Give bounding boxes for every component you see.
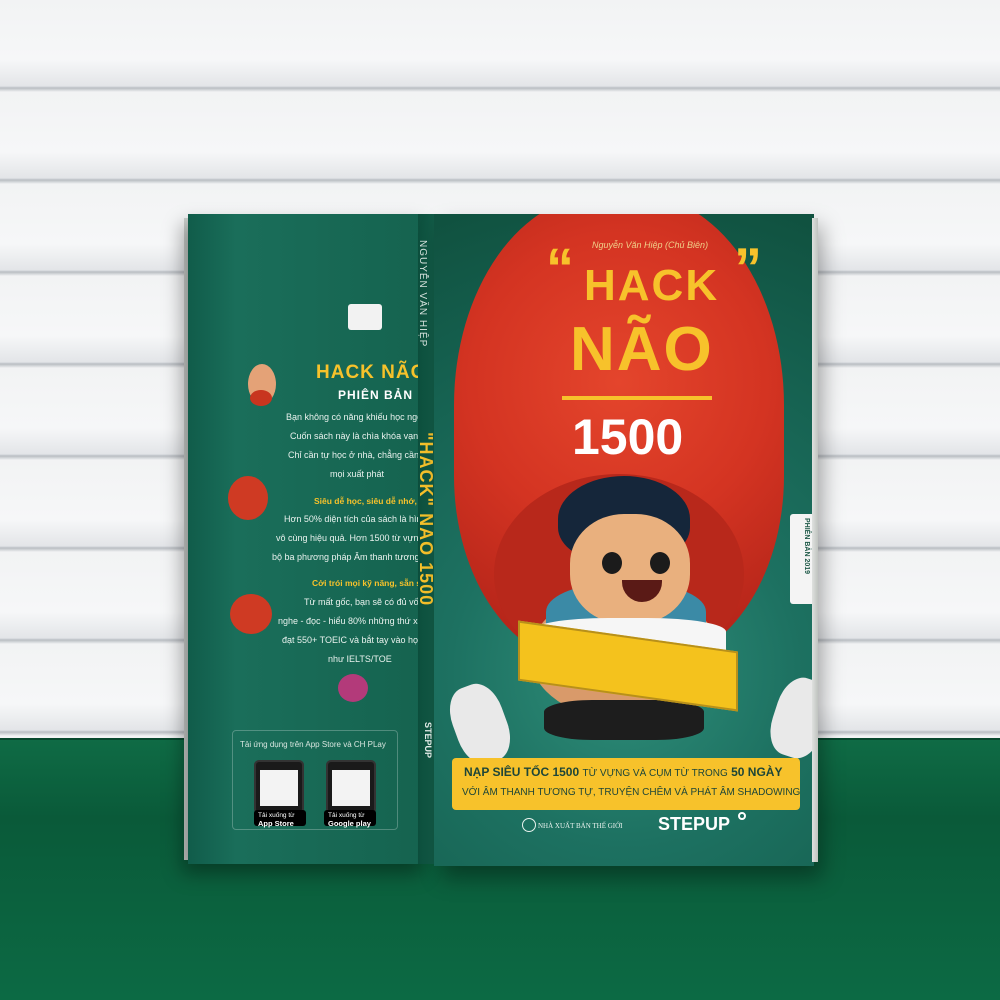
- hero-figure-3: [230, 594, 272, 634]
- title-number: 1500: [572, 409, 684, 465]
- spine-title: "HACK" NÃO 1500: [416, 432, 436, 607]
- banner-text-1: TỪ VỰNG VÀ CỤM TỪ TRONG: [582, 768, 728, 779]
- boy-left-eye: [602, 552, 622, 574]
- app-store-text: App Store: [258, 819, 294, 828]
- publisher-logo-icon: [522, 818, 536, 832]
- intro-line: Chỉ cần tự học ở nhà, chẳng cần đi đâu: [288, 450, 428, 460]
- title-nao: NÃO: [570, 315, 714, 384]
- section-line: vô cùng hiệu quả. Hơn 1500 từ vựng và cụ: [276, 533, 428, 543]
- author-name: Nguyễn Văn Hiệp (Chủ Biên): [592, 240, 709, 250]
- right-foot-illustration: [762, 671, 814, 765]
- hero-figure-4: [338, 674, 368, 702]
- title-hack: HACK: [584, 261, 720, 310]
- product-photo: HACK NÃO PHIÊN BẢN Bạn không có năng khi…: [0, 0, 1000, 1000]
- hero-figure-2: [228, 476, 268, 520]
- reading-figure-illustration: [348, 304, 382, 330]
- section-heading: Siêu dễ học, siêu dễ nhớ,: [314, 496, 417, 506]
- boy-face-illustration: [570, 514, 690, 624]
- intro-line: mọi xuất phát: [330, 469, 385, 479]
- stepup-logo-circle-icon: [738, 812, 746, 820]
- section-line: Hơn 50% diện tích của sách là hình ảnh: [284, 514, 428, 524]
- banner-highlight-1: NẠP SIÊU TỐC 1500: [464, 765, 580, 779]
- title-underline: [562, 396, 712, 400]
- app-store-badge: Tải xuống từ App Store: [254, 810, 306, 828]
- publisher-name: NHÀ XUẤT BẢN THẾ GIỚI: [538, 822, 623, 830]
- boy-shorts-illustration: [544, 700, 704, 740]
- phone-mockup-ios: [254, 760, 304, 814]
- stepup-logo: STEPUP: [658, 814, 731, 834]
- app-download-label: Tải ứng dụng trên App Store và CH PLay: [240, 740, 386, 749]
- edition-badge: [790, 514, 814, 604]
- banner-highlight-2: 50 NGÀY: [731, 765, 783, 779]
- back-cover: HACK NÃO PHIÊN BẢN Bạn không có năng khi…: [188, 214, 428, 864]
- front-cover: Nguyễn Văn Hiệp (Chủ Biên) “ HACK ” NÃO …: [434, 214, 814, 866]
- banner-line-1: NẠP SIÊU TỐC 1500 TỪ VỰNG VÀ CỤM TỪ TRON…: [464, 765, 782, 779]
- front-book-page-edge: [812, 218, 818, 862]
- section-heading: Cởi trói mọi kỹ năng, sẵn sàng: [312, 578, 428, 588]
- back-subtitle: PHIÊN BẢN: [338, 388, 414, 402]
- google-play-small-text: Tải xuống từ: [328, 812, 365, 819]
- spine-author: NGUYỄN VĂN HIỆP: [417, 240, 428, 348]
- close-quote: ”: [734, 236, 762, 299]
- section-line: Từ mất gốc, bạn sẽ có đủ vốn từ vự: [304, 597, 428, 607]
- open-quote: “: [546, 236, 574, 299]
- section-line: đạt 550+ TOEIC và bắt tay vào học nh: [282, 635, 428, 645]
- app-store-small-text: Tải xuống từ: [258, 812, 295, 819]
- hero-cape-1: [250, 390, 272, 406]
- spine-brand: STEPUP: [423, 722, 433, 759]
- section-line: nghe - đọc - hiểu 80% những thứ xuất h: [278, 616, 428, 626]
- intro-line: Cuốn sách này là chìa khóa vạn năng: [290, 431, 428, 441]
- google-play-text: Google play: [328, 819, 371, 828]
- boy-right-eye: [650, 552, 670, 574]
- google-play-badge: Tải xuống từ Google play: [324, 810, 376, 828]
- phone-mockup-android: [326, 760, 376, 814]
- intro-line: Bạn không có năng khiếu học ngoại ngữ: [286, 412, 428, 422]
- banner-line-2: VỚI ÂM THANH TƯƠNG TỰ, TRUYỆN CHÊM VÀ PH…: [462, 787, 801, 798]
- left-foot-illustration: [441, 677, 519, 771]
- back-title: HACK NÃO: [316, 362, 427, 383]
- edition-badge-text: PHIÊN BẢN 2019: [803, 518, 810, 575]
- section-line: bộ ba phương pháp Âm thanh tương tự - Tr: [272, 552, 428, 562]
- section-line: như IELTS/TOE: [328, 654, 392, 664]
